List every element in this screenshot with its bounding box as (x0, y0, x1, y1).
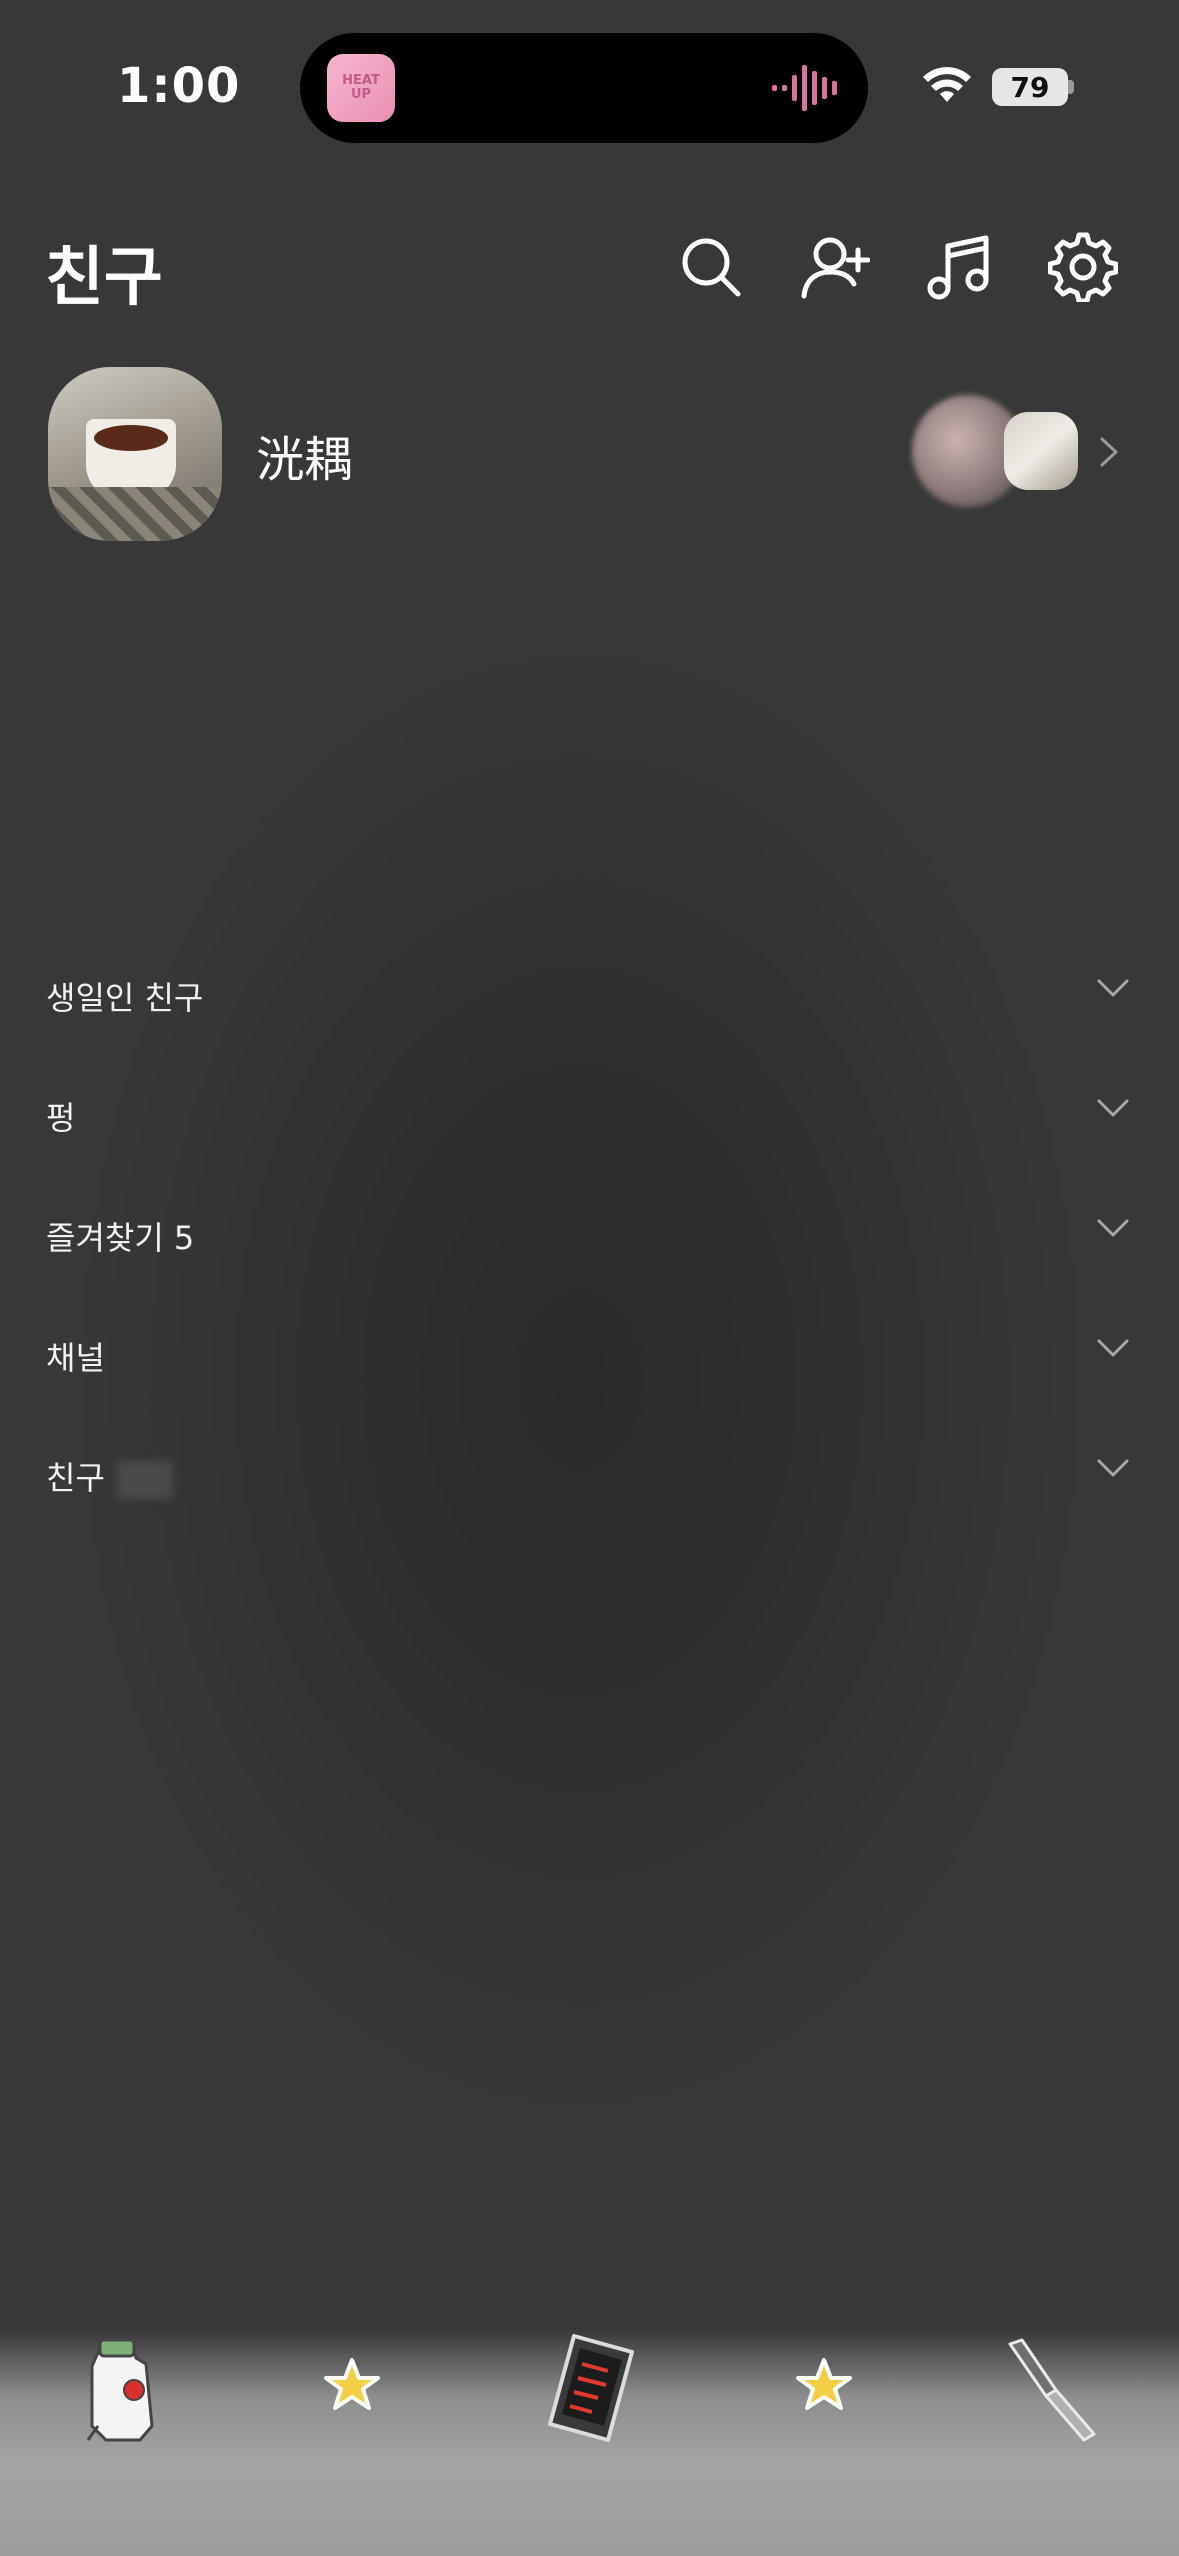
status-time: 1:00 (117, 58, 241, 114)
shopping-tab-icon[interactable] (764, 2330, 884, 2450)
section-label: 생일인 친구 (46, 979, 204, 1017)
live-activity-app-icon: HEAT UP (327, 54, 395, 122)
view-tab-icon[interactable] (528, 2330, 648, 2450)
section-birthday-friends[interactable]: 생일인 친구 (0, 955, 1179, 1075)
chevron-down-icon (1097, 979, 1129, 997)
my-profile-avatar[interactable] (48, 367, 222, 541)
search-icon[interactable] (676, 232, 746, 302)
chevron-down-icon (1097, 1339, 1129, 1357)
page-header: 친구 (0, 210, 1179, 320)
friend-count-blurred (116, 1461, 173, 1499)
audio-waveform-icon (772, 65, 837, 111)
chats-tab-icon[interactable] (292, 2330, 412, 2450)
page-title: 친구 (45, 241, 163, 315)
avatar-cloth-shape (48, 487, 222, 541)
section-label: 즐겨찾기 5 (46, 1219, 195, 1257)
chevron-down-icon (1097, 1099, 1129, 1117)
battery-nub (1068, 80, 1074, 94)
settings-icon[interactable] (1047, 232, 1119, 304)
avatar-tea-shape (94, 425, 168, 451)
friends-tab-icon[interactable] (62, 2330, 182, 2450)
profile-update-avatar[interactable] (1004, 412, 1078, 490)
chevron-down-icon (1097, 1459, 1129, 1477)
section-channels[interactable]: 채널 (0, 1315, 1179, 1435)
chevron-right-icon (1100, 437, 1118, 467)
battery-indicator: 79 (992, 68, 1068, 106)
dynamic-island[interactable]: HEAT UP (300, 33, 868, 143)
section-label: 펑 (46, 1099, 76, 1137)
more-tab-icon[interactable] (994, 2330, 1114, 2450)
music-icon[interactable] (924, 232, 994, 302)
friend-sections: 생일인 친구 펑 즐겨찾기 5 채널 친구 (0, 955, 1179, 1555)
section-friends[interactable]: 친구 (0, 1435, 1179, 1555)
status-bar: 1:00 HEAT UP 79 (0, 0, 1179, 160)
section-label: 채널 (46, 1339, 105, 1377)
tab-bar (0, 2330, 1179, 2556)
section-pung[interactable]: 펑 (0, 1075, 1179, 1195)
wifi-icon (923, 67, 971, 102)
section-label-wrap: 친구 (46, 1453, 173, 1499)
add-friend-icon[interactable] (800, 232, 871, 302)
my-profile-row[interactable]: 洸耦 (0, 360, 1179, 550)
my-profile-name: 洸耦 (256, 432, 353, 488)
chevron-down-icon (1097, 1219, 1129, 1237)
section-label: 친구 (46, 1459, 105, 1497)
section-favorites[interactable]: 즐겨찾기 5 (0, 1195, 1179, 1315)
